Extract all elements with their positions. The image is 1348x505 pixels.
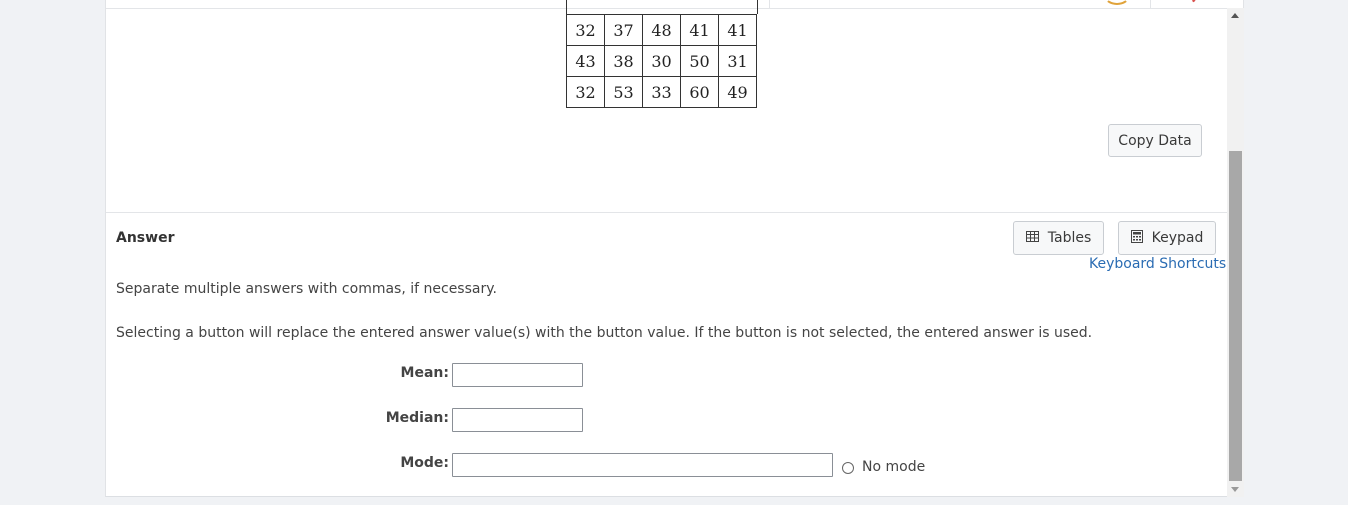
- copy-data-label: Copy Data: [1118, 132, 1192, 149]
- copy-data-button[interactable]: Copy Data: [1108, 124, 1202, 157]
- mean-input[interactable]: [452, 363, 583, 387]
- table-cell: 30: [642, 45, 681, 77]
- keypad-label: Keypad: [1151, 230, 1204, 246]
- keypad-button[interactable]: Keypad: [1118, 221, 1216, 255]
- answer-heading: Answer: [116, 230, 175, 246]
- calculator-icon: [1130, 229, 1143, 247]
- progress-circle-icon: [1104, 0, 1130, 5]
- table-cell: 38: [604, 45, 643, 77]
- keyboard-shortcuts-link[interactable]: Keyboard Shortcuts: [1089, 256, 1226, 272]
- data-table: 32 37 48 41 41 43 38 30 50 31 32 53 33 60 49: [566, 14, 757, 108]
- instruction-button-replace: Selecting a button will replace the ente…: [116, 325, 1093, 341]
- question-panel: ✔ 32 37 48 41 41 43 38 30 50 31 32 53 33 60 49 Copy Da…: [105, 0, 1244, 497]
- table-cell: 41: [718, 14, 757, 46]
- mean-label: Mean:: [400, 365, 449, 381]
- tables-button[interactable]: Tables: [1013, 221, 1104, 255]
- table-cell: 33: [642, 76, 681, 108]
- table-grid-icon: [1025, 230, 1039, 246]
- tables-label: Tables: [1047, 230, 1092, 246]
- top-divider-tick: [769, 0, 770, 8]
- table-cell: 41: [680, 14, 719, 46]
- no-mode-radio[interactable]: [842, 462, 854, 474]
- table-cell: 31: [718, 45, 757, 77]
- top-divider-tick: [1150, 0, 1151, 8]
- table-row: 32 53 33 60 49: [566, 76, 757, 108]
- table-cell: 32: [566, 76, 605, 108]
- table-cell: 43: [566, 45, 605, 77]
- table-cell: 32: [566, 14, 605, 46]
- table-cell: 53: [604, 76, 643, 108]
- table-row: 43 38 30 50 31: [566, 45, 757, 77]
- no-mode-label[interactable]: No mode: [862, 459, 925, 475]
- mode-label: Mode:: [400, 455, 449, 471]
- table-cell: 60: [680, 76, 719, 108]
- table-cell: 50: [680, 45, 719, 77]
- table-cell: 49: [718, 76, 757, 108]
- answer-divider: [106, 212, 1228, 213]
- table-row: 32 37 48 41 41: [566, 14, 757, 46]
- scroll-down-arrow-icon[interactable]: [1231, 487, 1239, 492]
- median-label: Median:: [385, 410, 449, 426]
- instruction-commas: Separate multiple answers with commas, i…: [116, 281, 497, 297]
- check-icon: ✔: [1191, 0, 1200, 6]
- data-table-top-edge: [566, 0, 758, 14]
- scroll-up-arrow-icon[interactable]: [1231, 13, 1239, 18]
- scrollbar-thumb[interactable]: [1229, 151, 1242, 481]
- table-cell: 37: [604, 14, 643, 46]
- median-input[interactable]: [452, 408, 583, 432]
- table-cell: 48: [642, 14, 681, 46]
- mode-input[interactable]: [452, 453, 833, 477]
